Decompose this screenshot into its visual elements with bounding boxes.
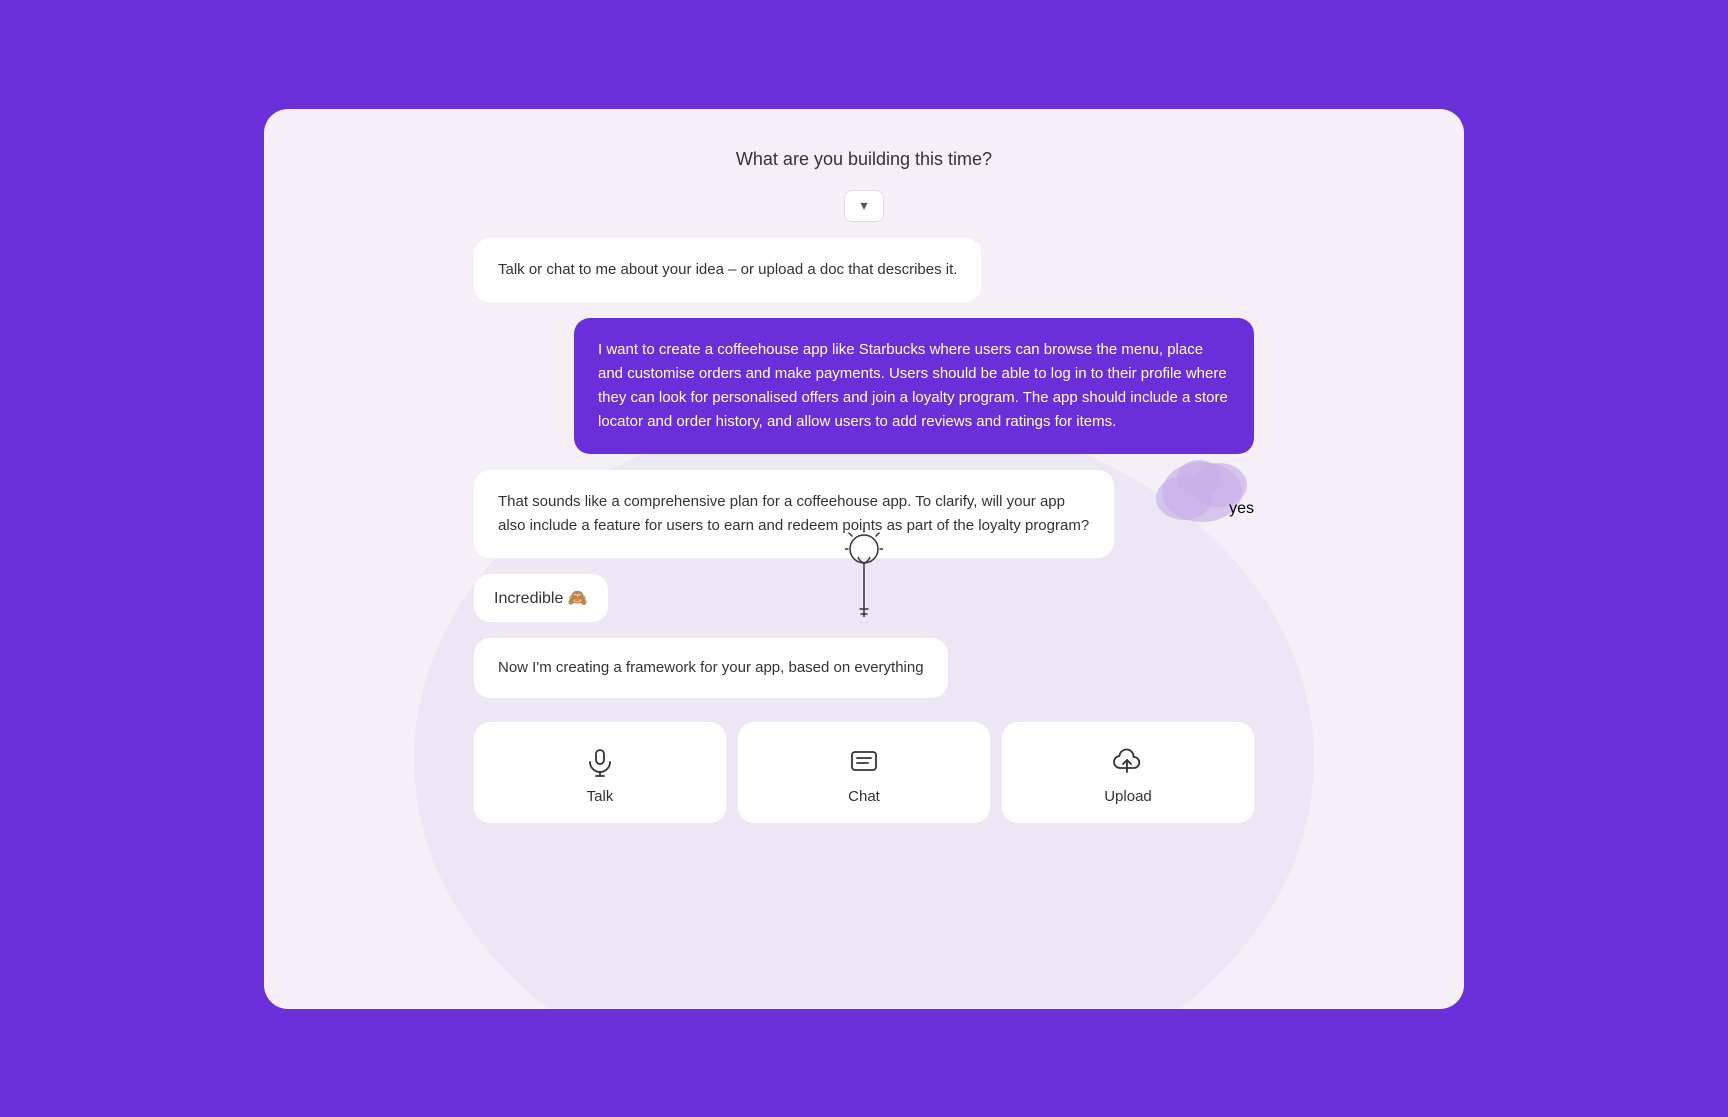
upload-button[interactable]: Upload: [1002, 722, 1254, 823]
microphone-icon: [584, 746, 616, 778]
yes-bubble: yes: [1229, 500, 1254, 518]
chat-icon: [848, 746, 880, 778]
incredible-text: Incredible 🙈: [494, 588, 588, 608]
cloud-yes-wrapper: yes: [1134, 470, 1254, 518]
chevron-button[interactable]: ▾: [844, 190, 884, 222]
lightbulb-decoration: [845, 527, 883, 622]
incredible-message: Incredible 🙈: [474, 574, 608, 622]
framework-message: Now I'm creating a framework for your ap…: [474, 638, 948, 698]
cloud-decoration: [1144, 440, 1254, 540]
ai-message-2: That sounds like a comprehensive plan fo…: [474, 470, 1114, 558]
chevron-icon: ▾: [860, 197, 867, 214]
action-buttons: Talk Chat Upload: [474, 722, 1254, 823]
main-card: What are you building this time? ▾ Talk …: [264, 109, 1464, 1009]
upload-icon: [1112, 746, 1144, 778]
chat-button[interactable]: Chat: [738, 722, 990, 823]
talk-button[interactable]: Talk: [474, 722, 726, 823]
header-question: What are you building this time?: [474, 149, 1254, 170]
lightbulb-icon: [845, 527, 883, 617]
chat-container: What are you building this time? ▾ Talk …: [474, 149, 1254, 823]
incredible-row: Incredible 🙈: [474, 574, 1254, 622]
user-message-1: I want to create a coffeehouse app like …: [574, 318, 1254, 454]
ai-message-1: Talk or chat to me about your idea – or …: [474, 238, 981, 302]
